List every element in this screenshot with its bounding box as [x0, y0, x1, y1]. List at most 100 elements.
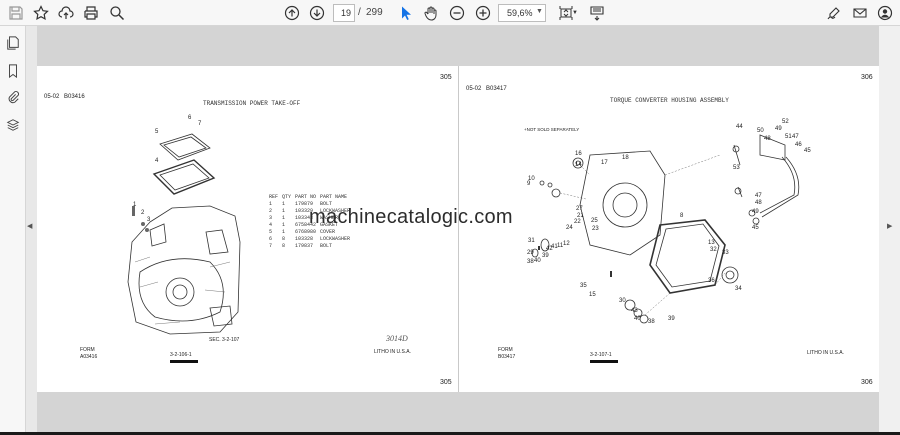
table-cell: 6768980 — [295, 229, 317, 235]
expand-right-panel-icon[interactable]: ▶ — [887, 222, 892, 230]
callout-label: 29 — [527, 250, 534, 256]
table-cell: 5 — [269, 229, 273, 235]
callout-label: 17 — [601, 160, 608, 166]
page-thumbnails-icon[interactable] — [4, 34, 22, 52]
send-email-icon[interactable] — [850, 3, 870, 23]
callout-label: 16 — [575, 151, 582, 157]
table-cell: 6 — [269, 236, 273, 242]
page-divider — [458, 66, 459, 392]
star-bookmark-icon[interactable] — [31, 3, 51, 23]
account-icon[interactable] — [875, 3, 895, 23]
fit-options-chevron-icon[interactable]: ▼ — [571, 3, 579, 23]
table-cell: 179837 — [295, 243, 314, 249]
callout-label: 4 — [155, 158, 159, 164]
callout-label: 45 — [752, 225, 759, 231]
callout-label: 33 — [722, 250, 729, 256]
callout-label: 35 — [580, 283, 587, 289]
left-footer-code: 3-2-106-1 — [170, 352, 192, 358]
zoom-out-icon[interactable] — [447, 3, 467, 23]
layers-icon[interactable] — [4, 116, 22, 134]
attachments-paperclip-icon[interactable] — [4, 88, 22, 106]
callout-label: 8 — [680, 213, 684, 219]
table-cell: 8 — [282, 243, 286, 249]
callout-label: 15 — [589, 292, 596, 298]
table-cell: 7 — [269, 243, 273, 249]
callout-label: 13 — [708, 240, 715, 246]
callout-label: 24 — [566, 225, 573, 231]
select-cursor-icon[interactable] — [396, 3, 416, 23]
table-cell: 8 — [282, 236, 286, 242]
left-page-doc-code: B03416 — [64, 94, 85, 100]
callout-label: 40 — [634, 316, 641, 322]
callout-label: 40 — [534, 258, 541, 264]
next-page-icon[interactable] — [307, 3, 327, 23]
callout-label: 53 — [733, 165, 740, 171]
upload-cloud-icon[interactable] — [56, 3, 76, 23]
hand-tool-icon[interactable] — [421, 3, 441, 23]
callout-label: 32 — [710, 247, 717, 253]
table-cell: 4 — [269, 222, 273, 228]
previous-page-icon[interactable] — [282, 3, 302, 23]
callout-label: 5 — [155, 129, 159, 135]
page-display-icon[interactable] — [587, 3, 607, 23]
left-page-title: TRANSMISSION POWER TAKE-OFF — [203, 100, 301, 107]
callout-label: 50 — [757, 128, 764, 134]
chevron-down-icon[interactable]: ▼ — [536, 8, 543, 15]
right-footer-code: 3-2-107-1 — [590, 352, 612, 358]
print-icon[interactable] — [81, 3, 101, 23]
right-form-label: FORM — [498, 347, 513, 353]
callout-label: 39 — [668, 316, 675, 322]
left-sidebar — [0, 26, 26, 435]
table-row: 5 1 6768980 COVER — [269, 229, 354, 236]
transmission-pto-drawing — [127, 133, 241, 335]
table-cell: 2 — [269, 208, 273, 214]
callout-label: 51 — [785, 134, 792, 140]
table-header-cell: PART NO — [295, 194, 317, 200]
callout-label: 3 — [147, 217, 151, 223]
table-cell: 1 — [282, 208, 286, 214]
callout-label: 45 — [804, 148, 811, 154]
left-footer-bar — [170, 360, 198, 363]
watermark-text: machinecatalogic.com — [309, 206, 513, 228]
left-page-number-top: 305 — [440, 74, 452, 81]
collapse-left-panel-icon[interactable]: ◀ — [27, 222, 32, 230]
table-cell: 3 — [269, 215, 273, 221]
table-cell: 1 — [282, 215, 286, 221]
callout-label: 1 — [133, 202, 137, 208]
callout-label: 49 — [775, 126, 782, 132]
bookmarks-icon[interactable] — [4, 62, 22, 80]
callout-label: 9 — [527, 181, 531, 187]
save-icon[interactable] — [6, 3, 26, 23]
table-cell: LOCKWASHER — [320, 236, 351, 242]
right-page-header: 05-02 — [466, 86, 482, 92]
callout-label: 52 — [782, 119, 789, 125]
right-page-title: TORQUE CONVERTER HOUSING ASSEMBLY — [610, 97, 729, 104]
callout-label: 47 — [755, 193, 762, 199]
handwritten-note: 3014D — [386, 334, 408, 343]
callout-label: 18 — [622, 155, 629, 161]
table-cell: 1 — [282, 229, 286, 235]
callout-label: 27 — [576, 206, 583, 212]
callout-label: 38 — [527, 259, 534, 265]
table-cell: 103328 — [295, 236, 314, 242]
callout-label: 39 — [542, 253, 549, 259]
callout-label: 25 — [591, 218, 598, 224]
table-cell: 1 — [269, 201, 273, 207]
callout-label: 43 — [631, 308, 638, 314]
callout-label: 38 — [648, 319, 655, 325]
callout-label: 23 — [592, 226, 599, 232]
left-litho-label: LITHO IN U.S.A. — [374, 349, 411, 355]
right-footer-bar — [590, 360, 618, 363]
table-cell: COVER — [320, 229, 336, 235]
table-cell: BOLT — [320, 243, 333, 249]
callout-label: 48 — [764, 136, 771, 142]
zoom-in-icon[interactable] — [473, 3, 493, 23]
sign-pen-icon[interactable] — [824, 3, 844, 23]
callout-label: 34 — [735, 286, 742, 292]
callout-label: 36 — [708, 278, 715, 284]
page-separator: / — [358, 7, 361, 18]
right-litho-label: LITHO IN U.S.A. — [807, 350, 844, 356]
page-number-input[interactable]: 19 — [333, 4, 355, 22]
callout-label: 7 — [198, 121, 202, 127]
zoom-search-icon[interactable] — [107, 3, 127, 23]
